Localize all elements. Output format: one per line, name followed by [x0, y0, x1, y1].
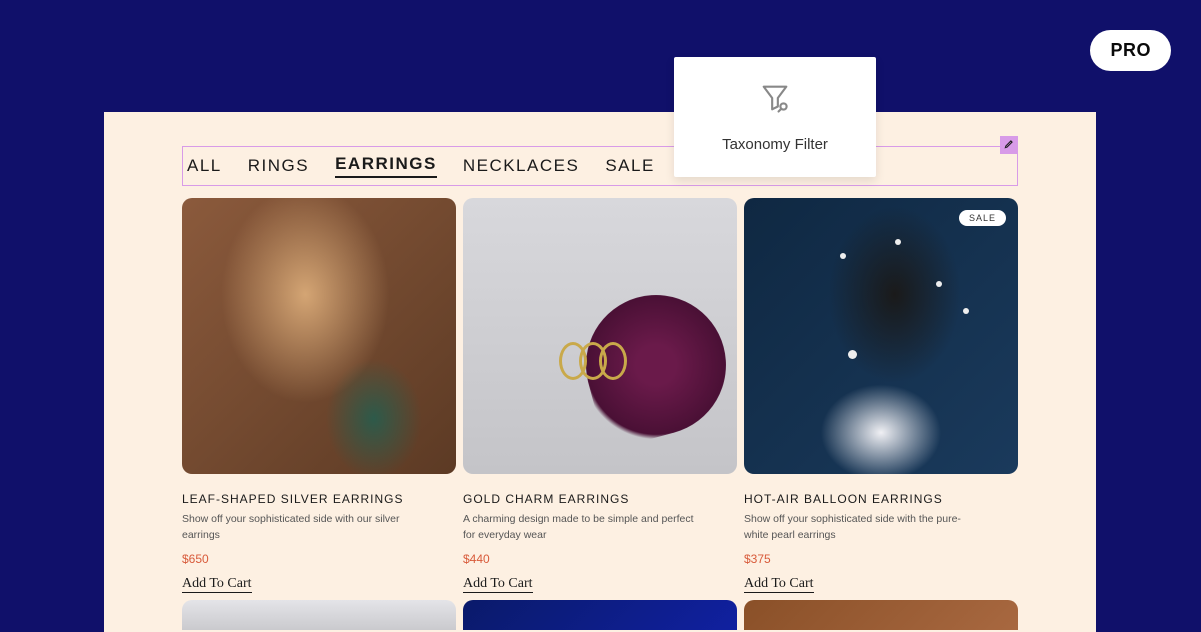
product-image: SALE: [744, 198, 1018, 474]
product-image: [182, 600, 456, 630]
filter-sale[interactable]: SALE: [605, 156, 654, 176]
edit-block-button[interactable]: [1000, 136, 1018, 154]
product-price: $650: [182, 552, 456, 566]
filter-all[interactable]: ALL: [187, 156, 222, 176]
add-to-cart-button[interactable]: Add To Cart: [463, 576, 533, 593]
product-card[interactable]: [463, 600, 737, 630]
product-description: A charming design made to be simple and …: [463, 512, 696, 544]
pencil-icon: [1004, 136, 1015, 154]
tooltip-label: Taxonomy Filter: [722, 136, 828, 153]
filter-icon: [758, 81, 792, 120]
product-price: $440: [463, 552, 737, 566]
product-price: $375: [744, 552, 1018, 566]
taxonomy-filter-bar: ALL RINGS EARRINGS NECKLACES SALE NEW: [182, 146, 1018, 186]
filter-necklaces[interactable]: NECKLACES: [463, 156, 579, 176]
product-title: GOLD CHARM EARRINGS: [463, 492, 737, 506]
filter-earrings[interactable]: EARRINGS: [335, 154, 437, 178]
add-to-cart-button[interactable]: Add To Cart: [744, 576, 814, 593]
product-card[interactable]: [744, 600, 1018, 630]
add-to-cart-button[interactable]: Add To Cart: [182, 576, 252, 593]
product-card[interactable]: LEAF-SHAPED SILVER EARRINGS Show off you…: [182, 198, 456, 593]
product-description: Show off your sophisticated side with th…: [744, 512, 977, 544]
product-image: [463, 198, 737, 474]
product-card[interactable]: SALE HOT-AIR BALLOON EARRINGS Show off y…: [744, 198, 1018, 593]
product-image: [744, 600, 1018, 630]
product-title: HOT-AIR BALLOON EARRINGS: [744, 492, 1018, 506]
product-card[interactable]: [182, 600, 456, 630]
product-card[interactable]: GOLD CHARM EARRINGS A charming design ma…: [463, 198, 737, 593]
product-image: [182, 198, 456, 474]
product-title: LEAF-SHAPED SILVER EARRINGS: [182, 492, 456, 506]
product-image: [463, 600, 737, 630]
sale-badge: SALE: [959, 210, 1006, 226]
storefront-preview: ALL RINGS EARRINGS NECKLACES SALE NEW LE…: [104, 112, 1096, 632]
products-grid: LEAF-SHAPED SILVER EARRINGS Show off you…: [182, 198, 1018, 630]
product-description: Show off your sophisticated side with ou…: [182, 512, 415, 544]
pro-badge: PRO: [1090, 30, 1171, 71]
taxonomy-filter-tooltip: Taxonomy Filter: [674, 57, 876, 177]
filter-rings[interactable]: RINGS: [248, 156, 309, 176]
